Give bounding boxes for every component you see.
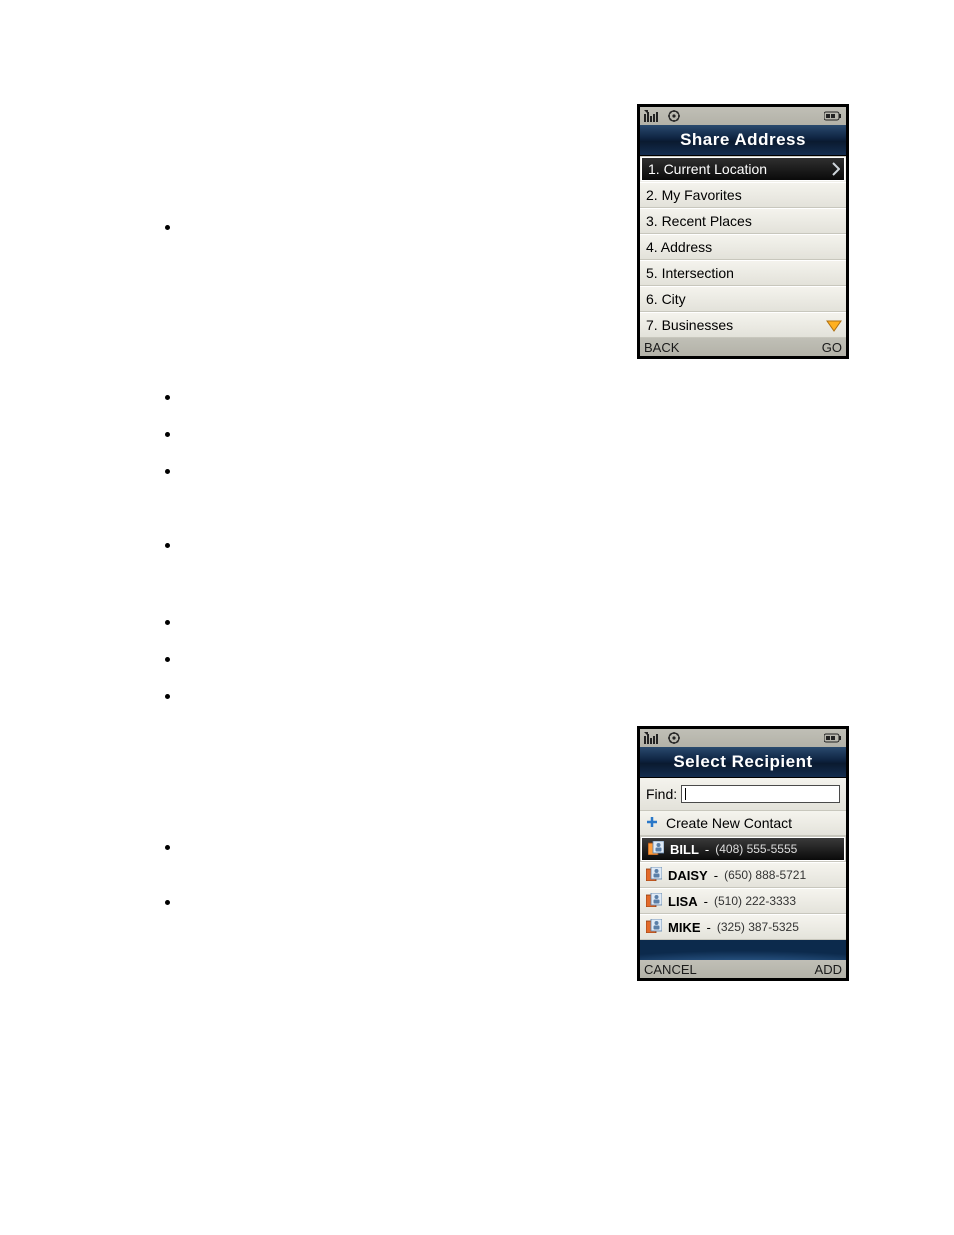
list-item[interactable]: 3. Recent Places (640, 208, 846, 234)
softkey-bar: BACK GO (640, 338, 846, 356)
scroll-down-icon (826, 319, 842, 335)
share-address-list: 1. Current Location2. My Favorites3. Rec… (640, 157, 846, 338)
bullet-dot (165, 657, 170, 662)
contact-row[interactable]: BILL - (408) 555-5555 (641, 837, 845, 861)
screen-title: Select Recipient (640, 747, 846, 778)
contact-name: MIKE (668, 920, 701, 935)
contact-phone: (510) 222-3333 (714, 894, 796, 908)
contact-phone: (325) 387-5325 (717, 920, 799, 934)
softkey-cancel[interactable]: CANCEL (644, 962, 697, 977)
softkey-bar: CANCEL ADD (640, 960, 846, 978)
bullet-dot (165, 469, 170, 474)
list-item[interactable]: 5. Intersection (640, 260, 846, 286)
contact-icon (648, 841, 664, 858)
bullet-dot (165, 395, 170, 400)
plus-icon (646, 815, 658, 831)
contact-icon (646, 893, 662, 910)
contact-phone: (408) 555-5555 (715, 842, 797, 856)
contact-list: BILL - (408) 555-5555DAISY - (650) 888-5… (640, 837, 846, 940)
softkey-back[interactable]: BACK (644, 340, 679, 355)
contact-phone: (650) 888-5721 (724, 868, 806, 882)
find-input[interactable] (681, 785, 840, 803)
contact-icon (646, 919, 662, 936)
list-item[interactable]: 1. Current Location (641, 157, 845, 181)
softkey-add[interactable]: ADD (815, 962, 842, 977)
gear-icon (668, 110, 680, 122)
screen-title: Share Address (640, 125, 846, 156)
signal-icon (644, 732, 662, 744)
battery-icon (824, 733, 842, 743)
list-item[interactable]: 4. Address (640, 234, 846, 260)
bullet-dot (165, 225, 170, 230)
create-new-contact[interactable]: Create New Contact (640, 811, 846, 836)
list-item[interactable]: 7. Businesses (640, 312, 846, 338)
contact-row[interactable]: LISA - (510) 222-3333 (640, 888, 846, 914)
bullet-dot (165, 620, 170, 625)
contact-name: DAISY (668, 868, 708, 883)
bullet-dot (165, 694, 170, 699)
battery-icon (824, 111, 842, 121)
decorative-wave (640, 940, 846, 960)
bullet-dot (165, 845, 170, 850)
signal-icon (644, 110, 662, 122)
status-bar (640, 729, 846, 747)
gear-icon (668, 732, 680, 744)
contact-row[interactable]: DAISY - (650) 888-5721 (640, 862, 846, 888)
document-page: Share Address 1. Current Location2. My F… (0, 0, 954, 1235)
status-bar (640, 107, 846, 125)
contact-name: BILL (670, 842, 699, 857)
contact-name: LISA (668, 894, 698, 909)
phone-share-address: Share Address 1. Current Location2. My F… (637, 104, 849, 359)
contact-row[interactable]: MIKE - (325) 387-5325 (640, 914, 846, 940)
bullet-dot (165, 432, 170, 437)
bullet-dot (165, 900, 170, 905)
create-contact-label: Create New Contact (666, 815, 792, 831)
find-label: Find: (646, 786, 677, 802)
phone-select-recipient: Select Recipient Find: Create New Contac… (637, 726, 849, 981)
list-item[interactable]: 2. My Favorites (640, 182, 846, 208)
contact-icon (646, 867, 662, 884)
chevron-right-icon (832, 162, 840, 179)
bullet-dot (165, 543, 170, 548)
find-row: Find: (640, 778, 846, 811)
softkey-go[interactable]: GO (822, 340, 842, 355)
list-item[interactable]: 6. City (640, 286, 846, 312)
